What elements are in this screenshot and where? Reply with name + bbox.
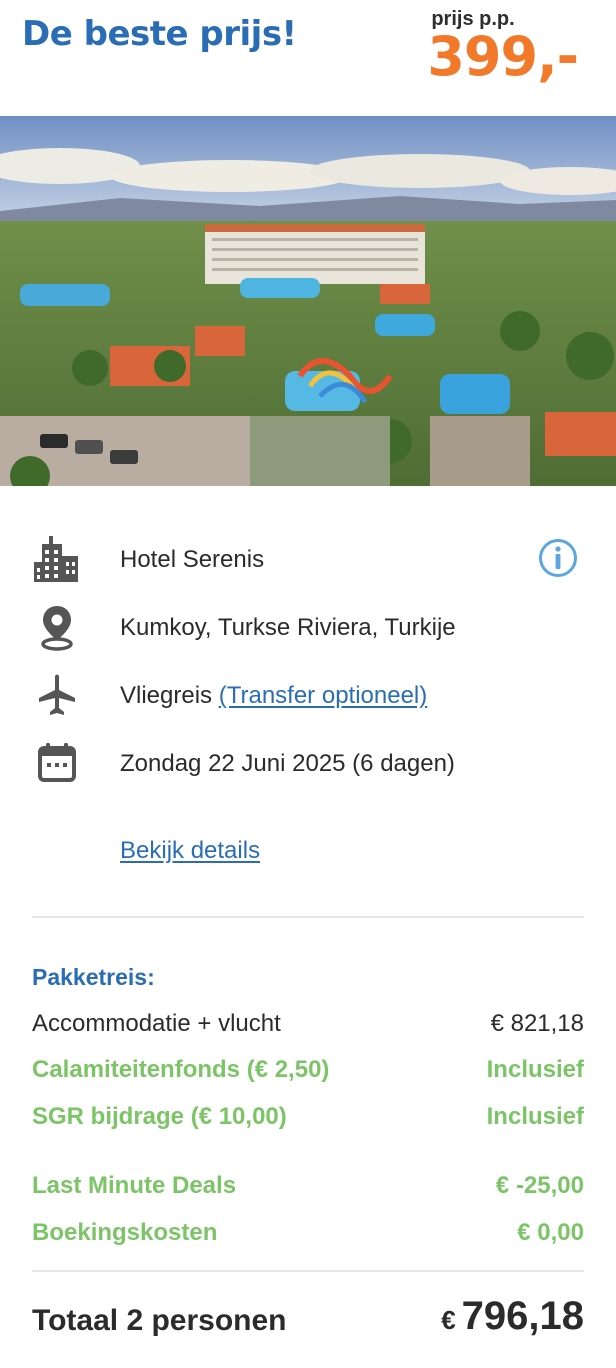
total-label: Totaal 2 personen	[32, 1304, 287, 1337]
map-pin-icon	[32, 602, 82, 652]
price-row-label: Last Minute Deals	[32, 1172, 237, 1199]
hotel-location: Kumkoy, Turkse Riviera, Turkije	[120, 614, 456, 641]
divider	[32, 916, 584, 918]
price-row-amount: Inclusief	[486, 1103, 584, 1130]
price-row-sgr: SGR bijdrage (€ 10,00) Inclusief	[32, 1103, 584, 1135]
price-per-person: prijs p.p. 399,-	[427, 8, 579, 88]
building-icon	[32, 534, 82, 584]
view-details-link[interactable]: Bekijk details	[120, 837, 260, 865]
price-row-last-minute: Last Minute Deals € -25,00	[32, 1172, 584, 1204]
travel-date: Zondag 22 Juni 2025 (6 dagen)	[120, 750, 455, 777]
divider	[32, 1270, 584, 1272]
price-row-amount: € 821,18	[490, 1010, 584, 1037]
price-row-amount: € 0,00	[517, 1219, 584, 1246]
location-row: Kumkoy, Turkse Riviera, Turkije	[32, 602, 584, 652]
travel-row: Vliegreis (Transfer optioneel)	[32, 670, 584, 720]
price-row-amount: € -25,00	[495, 1172, 584, 1199]
transfer-optional-link[interactable]: (Transfer optioneel)	[219, 682, 428, 709]
price-row-amount: Inclusief	[486, 1056, 584, 1083]
calendar-icon	[32, 738, 82, 788]
price-row-calamity-fund: Calamiteitenfonds (€ 2,50) Inclusief	[32, 1056, 584, 1088]
info-icon[interactable]	[538, 538, 578, 578]
hotel-name: Hotel Serenis	[120, 546, 265, 573]
price-row-booking-costs: Boekingskosten € 0,00	[32, 1219, 584, 1251]
airplane-icon	[32, 670, 82, 720]
price-row-label: Calamiteitenfonds (€ 2,50)	[32, 1056, 330, 1083]
hotel-photo	[0, 116, 616, 486]
travel-type-label: Vliegreis	[120, 682, 213, 709]
price-row-label: SGR bijdrage (€ 10,00)	[32, 1103, 287, 1130]
package-title: Pakketreis:	[32, 964, 155, 990]
page-title: De beste prijs!	[22, 14, 297, 54]
hotel-photo-image	[0, 116, 616, 486]
price-row-label: Boekingskosten	[32, 1219, 218, 1246]
total-row: Totaal 2 personen €796,18	[32, 1294, 584, 1344]
total-currency: €	[441, 1305, 456, 1335]
total-amount: €796,18	[441, 1294, 584, 1339]
price-value: 399,-	[427, 25, 579, 88]
price-row-label: Accommodatie + vlucht	[32, 1010, 281, 1037]
price-row-accommodation: Accommodatie + vlucht € 821,18	[32, 1010, 584, 1042]
total-value: 796,18	[461, 1294, 584, 1338]
hotel-name-row: Hotel Serenis	[32, 534, 584, 584]
date-row: Zondag 22 Juni 2025 (6 dagen)	[32, 738, 584, 788]
page-header: De beste prijs! prijs p.p. 399,-	[0, 0, 616, 116]
travel-type: Vliegreis (Transfer optioneel)	[120, 682, 427, 710]
